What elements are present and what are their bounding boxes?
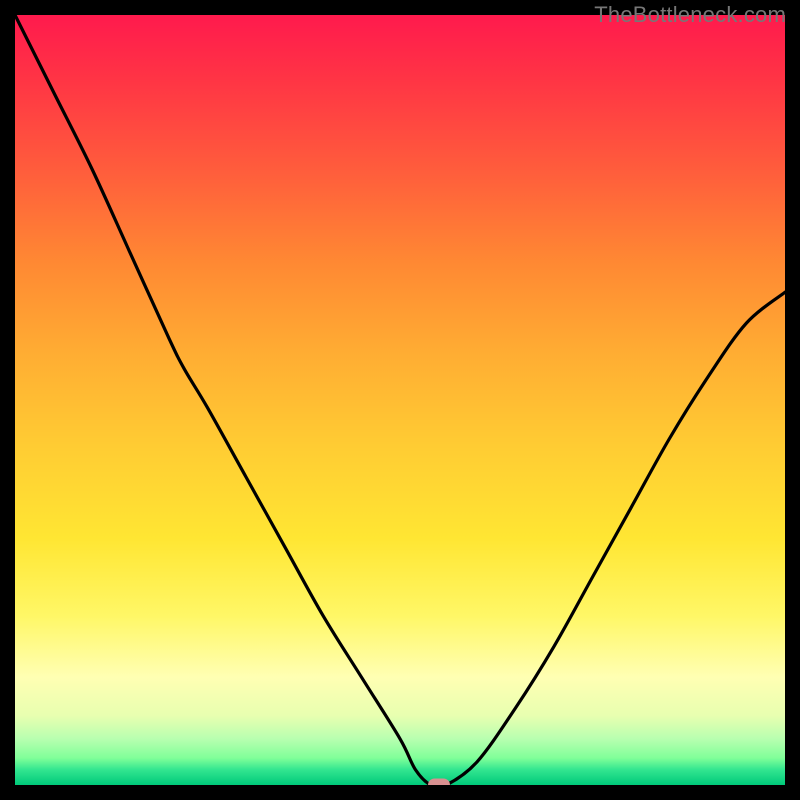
bottleneck-marker	[428, 779, 450, 786]
chart-frame: TheBottleneck.com	[0, 0, 800, 800]
watermark-text: TheBottleneck.com	[594, 2, 786, 28]
bottleneck-curve	[15, 15, 785, 785]
curve-path	[15, 15, 785, 785]
plot-area	[15, 15, 785, 785]
